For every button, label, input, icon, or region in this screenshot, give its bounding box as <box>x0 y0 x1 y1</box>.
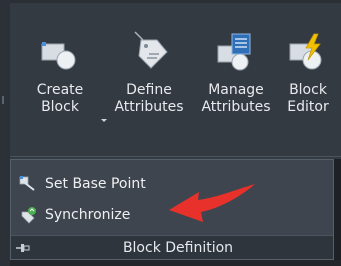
block-editor-button[interactable]: Block Editor <box>280 6 336 156</box>
define-attributes-icon <box>134 31 168 69</box>
large-tool-row: Create Block Define Attributes Manage At… <box>10 6 341 156</box>
create-block-button[interactable]: Create Block <box>24 6 96 156</box>
panel-titlebar[interactable]: Block Definition <box>11 235 333 259</box>
right-edge-strip <box>334 159 341 266</box>
manage-attributes-label-2: Attributes <box>201 99 271 115</box>
bottom-edge-strip <box>10 260 341 266</box>
set-base-point-icon <box>19 175 37 193</box>
create-block-label-2: Block <box>41 99 79 115</box>
set-base-point-button[interactable]: Set Base Point <box>19 172 146 196</box>
manage-attributes-button[interactable]: Manage Attributes <box>196 6 276 156</box>
block-editor-icon <box>289 33 322 70</box>
block-editor-label-1: Block <box>289 82 327 98</box>
create-block-icon <box>41 42 76 70</box>
create-block-label-1: Create <box>36 82 84 98</box>
manage-attributes-label-1: Manage <box>208 82 264 98</box>
panel-title: Block Definition <box>122 240 234 256</box>
define-attributes-label-1: Define <box>126 82 172 98</box>
synchronize-button[interactable]: Synchronize <box>19 203 130 227</box>
edge-mark <box>2 96 4 104</box>
divider <box>10 156 341 157</box>
top-border <box>10 0 341 3</box>
ribbon-panel: Create Block Define Attributes Manage At… <box>0 0 341 266</box>
synchronize-label: Synchronize <box>45 207 131 223</box>
annotation-arrow <box>169 184 255 222</box>
left-edge-strip <box>0 0 10 266</box>
define-attributes-label-2: Attributes <box>114 99 184 115</box>
set-base-point-label: Set Base Point <box>45 176 146 192</box>
define-attributes-button[interactable]: Define Attributes <box>108 6 190 156</box>
block-editor-label-2: Editor <box>287 99 329 115</box>
synchronize-icon <box>19 206 37 224</box>
manage-attributes-icon <box>217 33 251 71</box>
create-block-dropdown-caret[interactable] <box>101 119 107 122</box>
